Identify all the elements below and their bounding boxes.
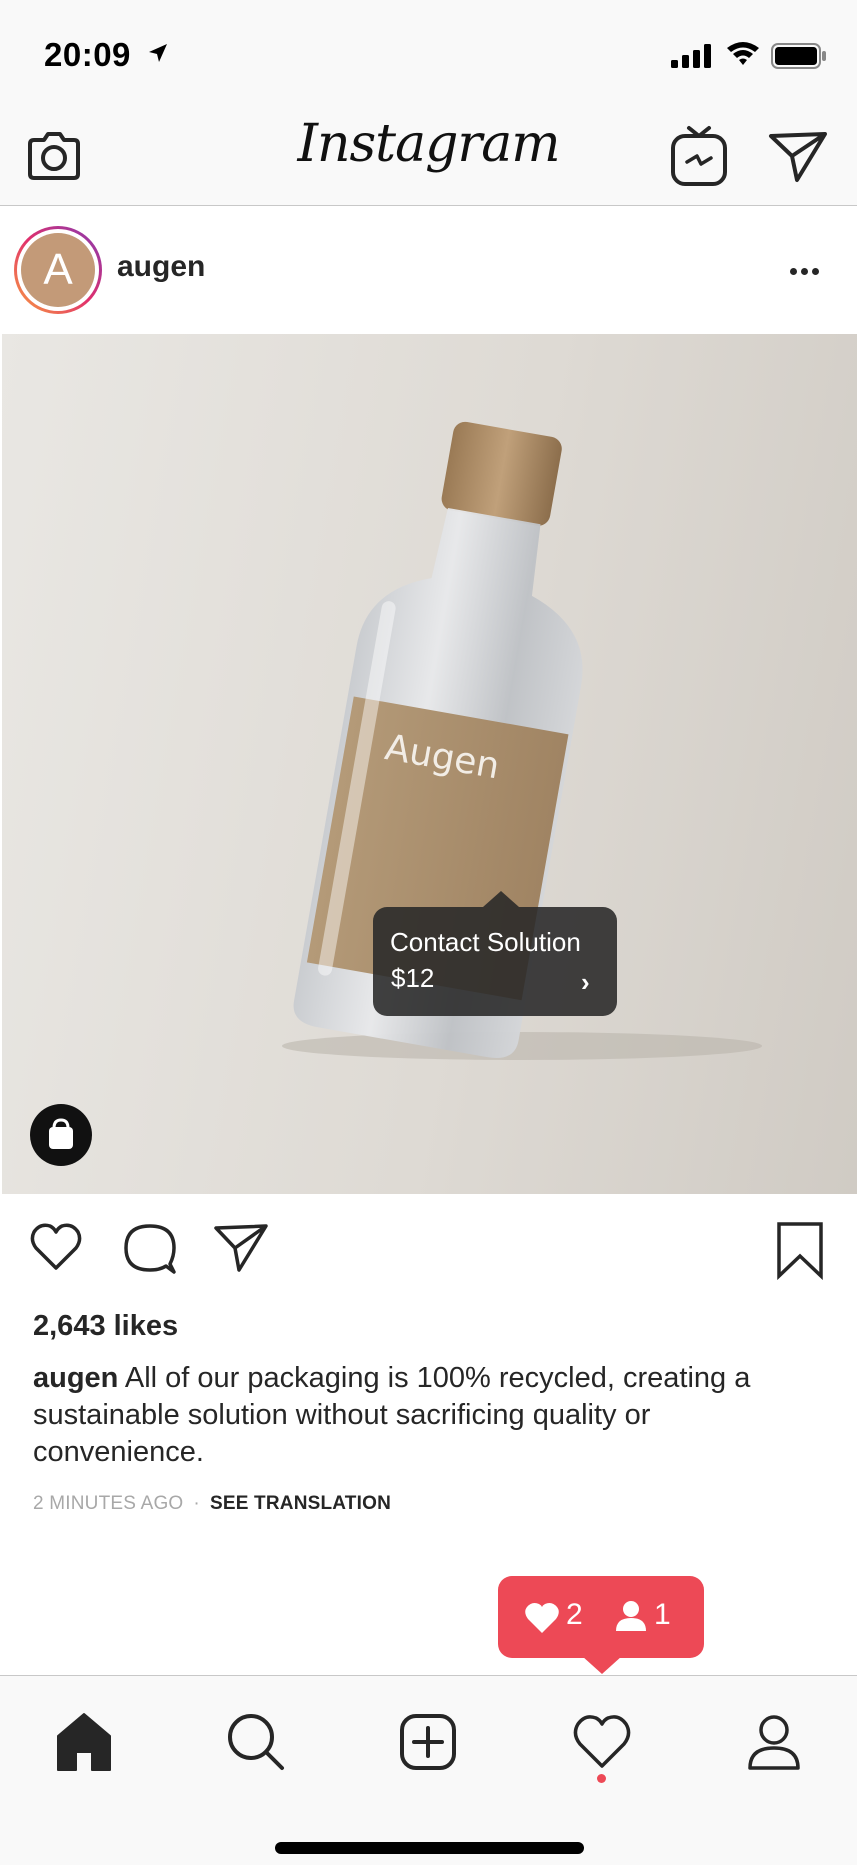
post-meta: 2 MINUTES AGO · SEE TRANSLATION: [33, 1493, 391, 1515]
home-icon[interactable]: [52, 1710, 116, 1774]
bottom-tab-bar: [0, 1675, 857, 1865]
caption-text: All of our packaging is 100% recycled, c…: [33, 1362, 751, 1468]
top-nav-bar: Instagram: [0, 110, 857, 206]
notification-follows-count: 1: [654, 1598, 671, 1631]
product-tag-name: Contact Solution: [390, 927, 581, 957]
product-bottle-photo: Augen: [282, 421, 762, 1060]
notification-user-icon: [616, 1601, 646, 1631]
product-tag-popup[interactable]: Contact Solution $12 ›: [373, 891, 617, 1016]
meta-separator: ·: [193, 1493, 200, 1514]
notification-likes-count: 2: [566, 1598, 583, 1631]
shopping-bag-icon: [49, 1118, 73, 1149]
post-header: A augen: [0, 206, 857, 334]
chevron-right-icon: ›: [581, 967, 590, 997]
activity-indicator-dot: [597, 1774, 606, 1783]
status-bar: 20:09: [0, 0, 857, 110]
activity-notification-bubble[interactable]: 2 1: [498, 1576, 704, 1674]
see-translation-link[interactable]: SEE TRANSLATION: [210, 1493, 391, 1514]
post-caption: augen All of our packaging is 100% recyc…: [33, 1360, 823, 1471]
bookmark-icon[interactable]: [775, 1220, 825, 1280]
likes-count[interactable]: 2,643 likes: [33, 1310, 178, 1343]
post-image[interactable]: Augen Contact Solution $12 ›: [2, 334, 857, 1194]
wifi-icon: [727, 42, 759, 65]
status-time: 20:09: [44, 36, 131, 73]
post-username[interactable]: augen: [117, 250, 205, 284]
home-indicator[interactable]: [275, 1842, 584, 1854]
direct-message-icon[interactable]: [767, 124, 831, 188]
profile-icon[interactable]: [742, 1710, 806, 1774]
more-options-icon[interactable]: [790, 262, 830, 278]
product-tag-price: $12: [391, 963, 435, 993]
avatar-border: A: [17, 229, 99, 311]
heart-icon[interactable]: [28, 1220, 84, 1272]
igtv-icon[interactable]: [669, 120, 729, 190]
shopping-bag-button[interactable]: [30, 1104, 92, 1166]
post-action-bar: [0, 1194, 857, 1304]
story-ring[interactable]: A: [14, 226, 102, 314]
caption-username[interactable]: augen: [33, 1362, 118, 1394]
location-arrow-icon: [149, 44, 167, 62]
battery-icon: [771, 43, 826, 69]
comment-icon[interactable]: [122, 1220, 178, 1276]
post-timestamp: 2 MINUTES AGO: [33, 1493, 184, 1514]
search-icon[interactable]: [224, 1710, 288, 1774]
signal-icon: [671, 44, 711, 68]
share-icon[interactable]: [212, 1220, 270, 1274]
avatar: A: [21, 233, 95, 307]
notification-heart-icon: [525, 1603, 559, 1633]
activity-heart-icon[interactable]: [570, 1710, 634, 1774]
add-post-icon[interactable]: [396, 1710, 460, 1774]
